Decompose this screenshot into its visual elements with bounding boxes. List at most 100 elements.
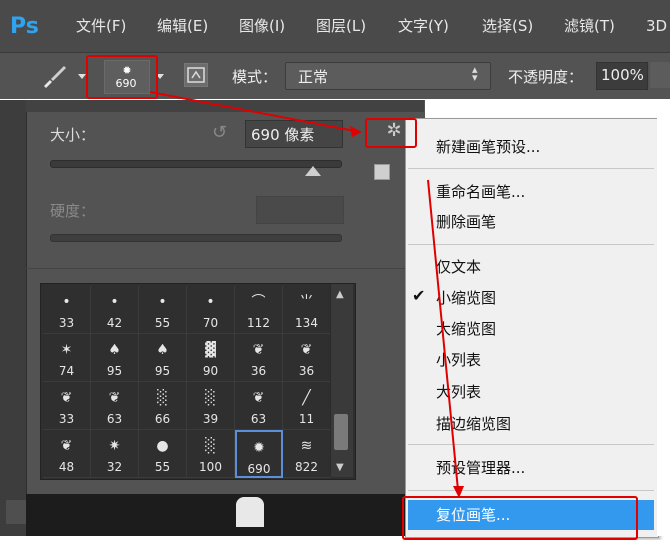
- canvas-area: [26, 494, 422, 536]
- menu-item-new-preset[interactable]: 新建画笔预设...: [436, 135, 540, 159]
- hardness-input[interactable]: [256, 196, 344, 224]
- brush-thumbnail-icon: •: [110, 294, 119, 310]
- brush-thumbnail-icon: ❦: [252, 390, 265, 406]
- hardness-slider[interactable]: [50, 234, 342, 242]
- brush-size-label: 70: [202, 316, 219, 330]
- brush-panel-toggle-icon[interactable]: [184, 63, 208, 87]
- brush-preset-cell[interactable]: ⌒ 112: [235, 286, 283, 334]
- brush-thumbnail-icon: ♠: [156, 342, 169, 358]
- brush-size-label: 74: [58, 364, 75, 378]
- brush-preset-cell[interactable]: ✷ 32: [91, 430, 139, 478]
- menu-layer[interactable]: 图层(L): [316, 14, 366, 38]
- brush-preset-cell[interactable]: ░ 100: [187, 430, 235, 478]
- brush-preset-cell[interactable]: ✶ 74: [43, 334, 91, 382]
- menu-filter[interactable]: 滤镜(T): [564, 14, 615, 38]
- menu-type[interactable]: 文字(Y): [398, 14, 449, 38]
- brush-preset-cell[interactable]: ⺌ 134: [283, 286, 331, 334]
- menu-edit[interactable]: 编辑(E): [157, 14, 208, 38]
- photoshop-logo: Ps: [10, 14, 39, 39]
- brush-size-label: 100: [199, 460, 222, 474]
- brush-size-label: 33: [58, 316, 75, 330]
- menu-item-delete[interactable]: 删除画笔: [436, 210, 496, 234]
- menu-3d[interactable]: 3D: [646, 14, 667, 38]
- new-preset-icon[interactable]: [374, 164, 390, 180]
- brush-preset-cell[interactable]: ▓ 90: [187, 334, 235, 382]
- reset-size-icon[interactable]: ↺: [212, 122, 227, 143]
- brush-preset-cell[interactable]: • 33: [43, 286, 91, 334]
- scroll-thumb[interactable]: [334, 414, 348, 450]
- opacity-label: 不透明度：: [508, 68, 584, 86]
- brush-thumbnail-icon: •: [62, 294, 71, 310]
- menu-item-stroke-thumbnail[interactable]: 描边缩览图: [436, 412, 511, 436]
- menu-item-small-thumbnail[interactable]: 小缩览图: [436, 286, 496, 310]
- brush-size-label: 42: [106, 316, 123, 330]
- brush-size-label: 134: [295, 316, 318, 330]
- brush-thumbnail-icon: ░: [205, 438, 216, 454]
- brush-size-label: 690: [247, 462, 271, 476]
- menu-file[interactable]: 文件(F): [76, 14, 126, 38]
- brush-size-label: 112: [247, 316, 270, 330]
- brush-preset-cell[interactable]: ░ 39: [187, 382, 235, 430]
- brush-preset-cell[interactable]: ░ 66: [139, 382, 187, 430]
- brush-thumbnail-icon: ❦: [252, 342, 265, 358]
- canvas-image: [236, 497, 264, 527]
- brush-preset-cell[interactable]: ♠ 95: [91, 334, 139, 382]
- brush-preset-grid: • 33 • 42 • 55 • 70 ⌒ 112 ⺌ 134 ✶ 74 ♠ 95 ♠ 95 ▓ 90 ❦ 36 ❦ 36 ❦ 3…: [40, 283, 356, 480]
- brush-size-label: 95: [106, 364, 123, 378]
- annotation-box-reset: [402, 496, 638, 540]
- brush-thumbnail-icon: ❦: [60, 390, 73, 406]
- brush-size-label: 11: [298, 412, 315, 426]
- brush-size-label: 33: [58, 412, 75, 426]
- brush-thumbnail-icon: ▓: [205, 342, 216, 358]
- brush-thumbnail-icon: ⌒: [251, 294, 266, 310]
- menu-separator: [408, 168, 654, 169]
- brush-preset-cell[interactable]: ❦ 63: [235, 382, 283, 430]
- brush-thumbnail-icon: ✹: [253, 440, 265, 456]
- annotation-box-preset: [86, 55, 158, 99]
- menu-separator: [408, 490, 654, 491]
- menu-select[interactable]: 选择(S): [482, 14, 533, 38]
- brush-size-label: 55: [154, 460, 171, 474]
- brush-thumbnail-icon: ❦: [300, 342, 313, 358]
- brush-preset-cell[interactable]: ╱ 11: [283, 382, 331, 430]
- scroll-down-icon[interactable]: ▼: [336, 462, 344, 473]
- brush-thumbnail-icon: ●: [156, 438, 169, 454]
- menu-item-large-list[interactable]: 大列表: [436, 380, 481, 404]
- brush-preset-cell[interactable]: ≋ 822: [283, 430, 331, 478]
- annotation-box-gear: [365, 118, 417, 148]
- size-slider[interactable]: [50, 160, 342, 168]
- brush-size-label: 55: [154, 316, 171, 330]
- brush-preset-cell[interactable]: ❦ 33: [43, 382, 91, 430]
- menu-item-rename[interactable]: 重命名画笔...: [436, 180, 525, 204]
- brush-thumbnail-icon: ≋: [300, 438, 313, 454]
- size-value: 690 像素: [251, 126, 315, 144]
- brush-size-label: 36: [298, 364, 315, 378]
- brush-thumbnail-icon: •: [158, 294, 167, 310]
- menu-item-large-thumbnail[interactable]: 大缩览图: [436, 317, 496, 341]
- menu-item-small-list[interactable]: 小列表: [436, 348, 481, 372]
- brush-preset-cell[interactable]: • 42: [91, 286, 139, 334]
- brush-preset-cell[interactable]: ✹ 690: [235, 430, 283, 478]
- tools-panel-strip: [0, 100, 26, 536]
- brush-preset-cell[interactable]: ♠ 95: [139, 334, 187, 382]
- menu-item-text-only[interactable]: 仅文本: [436, 255, 481, 279]
- brush-size-label: 66: [154, 412, 171, 426]
- scroll-up-icon[interactable]: ▲: [336, 289, 344, 300]
- brush-thumbnail-icon: •: [206, 294, 215, 310]
- menu-image[interactable]: 图像(I): [239, 14, 285, 38]
- opacity-dropdown-icon[interactable]: [650, 62, 670, 88]
- brush-preset-cell[interactable]: • 70: [187, 286, 235, 334]
- brush-preset-cell[interactable]: ❦ 48: [43, 430, 91, 478]
- divider: [26, 268, 424, 269]
- brush-size-label: 36: [250, 364, 267, 378]
- brush-preset-cell[interactable]: ❦ 36: [235, 334, 283, 382]
- brush-preset-cell[interactable]: ❦ 63: [91, 382, 139, 430]
- brush-preset-cell[interactable]: ● 55: [139, 430, 187, 478]
- brush-preset-cell[interactable]: • 55: [139, 286, 187, 334]
- menu-item-preset-manager[interactable]: 预设管理器...: [436, 456, 525, 480]
- size-slider-thumb[interactable]: [304, 166, 321, 176]
- mode-value: 正常: [298, 68, 329, 86]
- brush-tool-icon[interactable]: [40, 62, 70, 90]
- tool-preset-dropdown-icon[interactable]: [78, 74, 86, 79]
- brush-preset-cell[interactable]: ❦ 36: [283, 334, 331, 382]
